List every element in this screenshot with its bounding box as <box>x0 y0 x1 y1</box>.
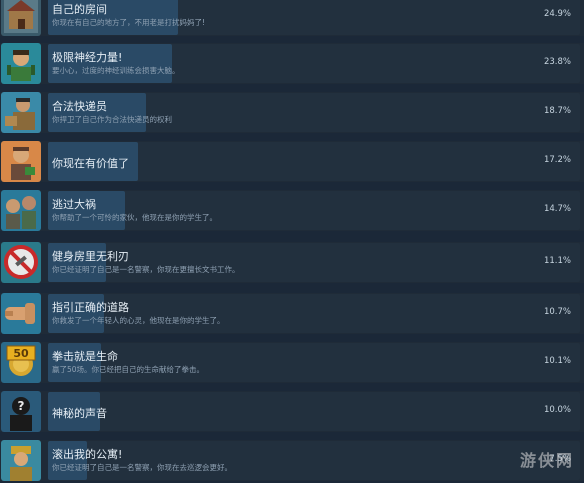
achievement-title: 逃过大祸 <box>52 198 96 211</box>
achievement-row[interactable]: 你现在有价值了 17.2% <box>0 141 584 182</box>
room-icon <box>1 0 41 36</box>
progress-track <box>48 191 580 230</box>
courier-icon <box>1 92 41 133</box>
achievement-title: 神秘的声音 <box>52 407 107 420</box>
achievement-title: 拳击就是生命 <box>52 350 118 363</box>
unlock-percent: 14.7% <box>543 204 571 214</box>
achievement-description: 要小心，过度的神经训练会损害大脑。 <box>52 66 180 75</box>
unlock-percent: 10.1% <box>543 356 571 366</box>
site-watermark: 游侠网 <box>519 451 574 470</box>
achievement-description: 你已经证明了自己是一名警察，你现在更擅长文书工作。 <box>52 265 240 274</box>
achievement-title: 指引正确的道路 <box>52 301 129 314</box>
achievement-description: 你现在有自己的地方了，不用老是打扰妈妈了! <box>52 18 206 27</box>
achievement-row[interactable]: 自己的房间 你现在有自己的地方了，不用老是打扰妈妈了! 24.9% <box>0 0 584 36</box>
achievement-row[interactable]: 50 拳击就是生命 赢了50场。你已经把自己的生命献给了拳击。 10.1% <box>0 342 584 383</box>
mystery-icon: ? <box>1 391 41 432</box>
achievement-description: 你已经证明了自己是一名警察，你现在去巡逻会更好。 <box>52 463 232 472</box>
neural-power-icon <box>1 43 41 84</box>
achievement-description: 你帮助了一个可怜的家伙，他现在是你的学生了。 <box>52 213 217 222</box>
achievement-title: 滚出我的公寓! <box>52 448 123 461</box>
fifty-wins-icon: 50 <box>1 342 41 383</box>
achievement-row[interactable]: 合法快递员 你捍卫了自己作为合法快递员的权利 18.7% <box>0 92 584 133</box>
achievement-description: 你捍卫了自己作为合法快递员的权利 <box>52 115 172 124</box>
progress-track <box>48 392 580 431</box>
unlock-percent: 18.7% <box>543 106 571 116</box>
achievement-row[interactable]: 滚出我的公寓! 你已经证明了自己是一名警察，你现在去巡逻会更好。 7.5% <box>0 440 584 481</box>
progress-track <box>48 441 580 480</box>
unlock-percent: 24.9% <box>543 9 571 19</box>
achievement-title: 健身房里无利刃 <box>52 250 129 263</box>
unlock-percent: 11.1% <box>543 256 571 266</box>
achievement-row[interactable]: ? 神秘的声音 10.0% <box>0 391 584 432</box>
achievement-title: 你现在有价值了 <box>52 157 129 170</box>
achievement-description: 你救发了一个年轻人的心灵，他现在是你的学生了。 <box>52 316 225 325</box>
unlock-percent: 10.7% <box>543 307 571 317</box>
svg-text:50: 50 <box>13 347 29 360</box>
achievement-row[interactable]: 逃过大祸 你帮助了一个可怜的家伙，他现在是你的学生了。 14.7% <box>0 190 584 231</box>
escape-icon <box>1 190 41 231</box>
worth-icon <box>1 141 41 182</box>
achievement-row[interactable]: 极限神经力量! 要小心，过度的神经训练会损害大脑。 23.8% <box>0 43 584 84</box>
unlock-percent: 10.0% <box>543 405 571 415</box>
progress-track <box>48 343 580 382</box>
achievement-title: 自己的房间 <box>52 3 107 16</box>
right-path-icon <box>1 293 41 334</box>
achievement-title: 极限神经力量! <box>52 51 123 64</box>
achievement-row[interactable]: 健身房里无利刃 你已经证明了自己是一名警察，你现在更擅长文书工作。 11.1% <box>0 242 584 283</box>
achievement-description: 赢了50场。你已经把自己的生命献给了拳击。 <box>52 365 205 374</box>
svg-text:?: ? <box>18 399 25 413</box>
achievement-row[interactable]: 指引正确的道路 你救发了一个年轻人的心灵，他现在是你的学生了。 10.7% <box>0 293 584 334</box>
no-blade-icon <box>1 242 41 283</box>
unlock-percent: 23.8% <box>543 57 571 67</box>
apartment-icon <box>1 440 41 481</box>
achievement-title: 合法快递员 <box>52 100 107 113</box>
unlock-percent: 17.2% <box>543 155 571 165</box>
